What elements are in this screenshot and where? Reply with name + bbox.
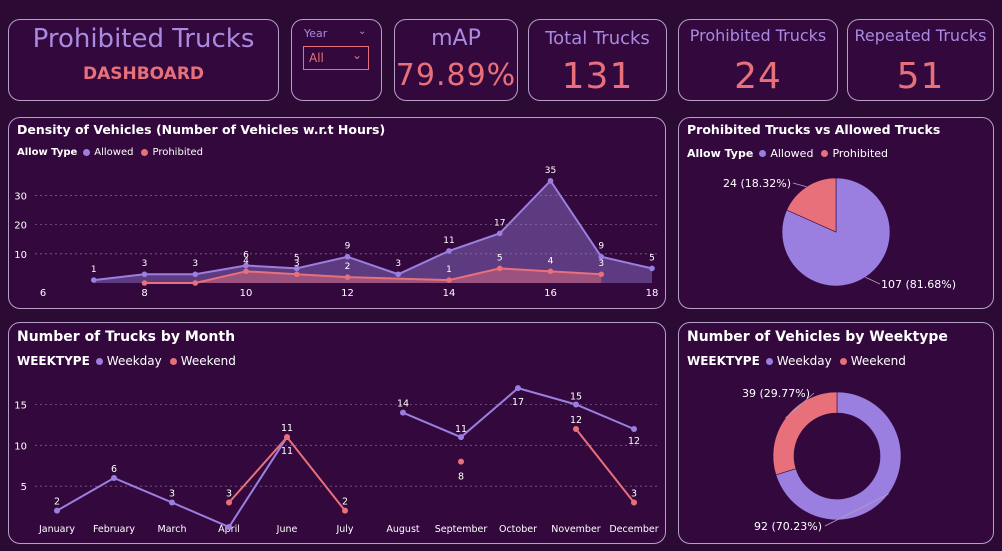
data-point [243,268,249,275]
data-label: 4 [548,256,554,266]
x-tick-label: February [93,524,135,535]
data-point [141,271,148,278]
data-point [458,458,464,465]
data-point [284,434,290,441]
x-tick-label: December [609,524,658,535]
x-tick-label: 16 [544,288,557,299]
data-point [400,409,406,416]
data-label: 2 [345,262,351,272]
data-label: 6 [111,464,117,475]
data-label: 3 [142,259,148,269]
data-label: 11 [443,236,454,246]
y-tick-label: 10 [14,250,27,261]
data-point [631,426,637,432]
data-point [573,426,579,432]
data-label: 2 [54,497,60,508]
slice-label: 107 (81.68%) [881,278,956,291]
y-tick-label: 5 [21,482,27,493]
data-label: 14 [397,399,409,410]
data-point [446,248,452,254]
data-label: 1 [446,265,452,275]
data-point [342,507,348,514]
data-label: 4 [243,256,249,266]
data-label: 11 [455,424,467,435]
x-tick-label: 14 [443,288,456,299]
slice-label: 24 (18.32%) [723,177,791,190]
y-tick-label: 20 [14,221,27,232]
data-label: 5 [497,253,503,263]
y-tick-label: 15 [14,401,27,412]
x-tick-label: July [335,524,353,535]
x-tick-label: September [435,524,488,535]
data-point [496,265,503,272]
data-label: 11 [281,446,293,457]
data-point [598,271,605,278]
data-label: 3 [226,489,232,500]
data-label: 1 [91,265,97,275]
data-point [54,507,60,514]
data-label: 3 [598,259,604,269]
data-label: 11 [281,423,293,434]
data-point [446,277,452,283]
data-point [344,274,351,280]
data-point [226,524,232,530]
y-tick-label: 10 [14,441,27,452]
data-point [226,499,232,506]
x-tick-label: 12 [341,288,354,299]
x-tick-label: March [158,524,187,535]
data-label: 5 [649,253,655,263]
data-label: 12 [570,415,582,426]
data-label: 3 [631,489,637,500]
data-label: 3 [294,259,300,269]
data-label: 9 [345,242,351,252]
data-point [90,277,97,283]
slice-label: 92 (70.23%) [754,520,822,533]
x-tick-label: 6 [40,288,46,299]
data-label: 17 [494,218,505,228]
series-line-weekday [56,436,288,529]
data-point [192,271,199,278]
data-label: 3 [395,259,401,269]
data-point [395,271,402,278]
x-tick-label: August [386,524,420,535]
data-point [293,271,300,278]
data-point [192,280,199,286]
data-label: 17 [512,397,524,408]
data-point [344,253,351,260]
leader-line [792,182,807,188]
data-point [547,268,554,275]
data-label: 15 [570,392,582,403]
y-tick-label: 30 [14,191,27,202]
data-label: 8 [458,472,464,483]
slice-label: 39 (29.77%) [742,387,810,400]
x-tick-label: June [276,524,298,535]
data-point [169,499,175,506]
data-point [515,385,521,392]
data-point [631,499,637,506]
pie-slice-weekend [772,391,838,476]
data-label: 12 [628,436,640,447]
data-label: 3 [169,489,175,500]
data-point [649,265,655,272]
series-line-weekday [402,387,635,439]
x-tick-label: 18 [646,288,659,299]
data-point [547,178,554,184]
x-tick-label: October [499,524,537,535]
data-label: 9 [598,242,604,252]
x-tick-label: 10 [240,288,253,299]
data-label: 35 [545,166,556,176]
data-label: 2 [342,497,348,508]
x-tick-label: 8 [141,288,147,299]
charts-canvas: 1020306 8 10 12 14 16 1813 36 593111735954 3 2 15 4 3… [14,166,956,535]
series-line-weekend [575,428,635,504]
x-tick-label: November [551,524,601,535]
data-point [496,230,503,237]
x-tick-label: January [38,524,75,535]
data-point [141,280,148,286]
data-point [111,475,117,481]
data-label: 3 [192,259,198,269]
series-area-allowed [93,180,652,283]
leader-line [865,276,881,285]
